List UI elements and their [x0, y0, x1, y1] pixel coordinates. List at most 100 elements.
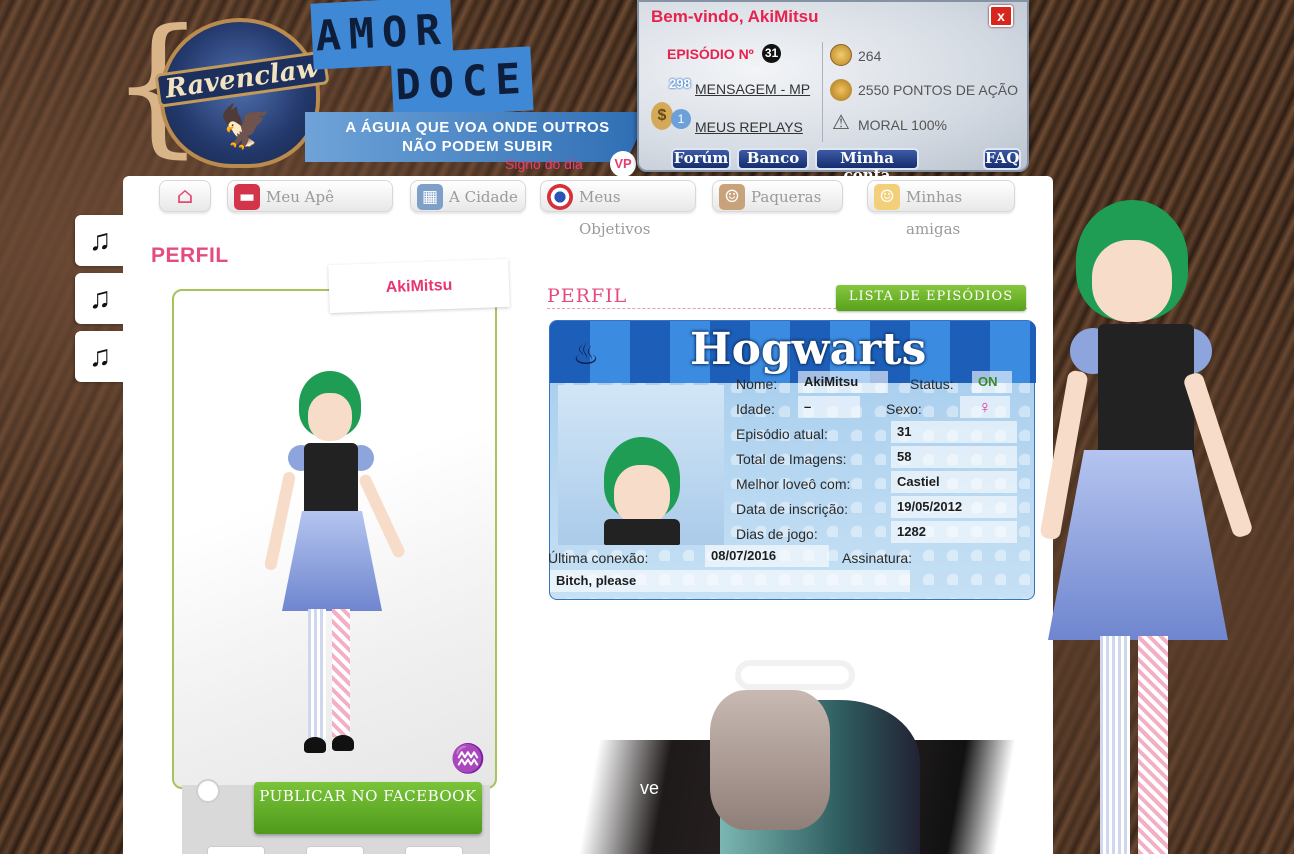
status-value: ON	[972, 371, 1012, 393]
signo-vp-icon[interactable]: VP	[610, 151, 636, 177]
collage-face	[710, 690, 830, 830]
signature-label: Assinatura:	[842, 550, 913, 566]
page-title: PERFIL	[151, 244, 229, 267]
age-label: Idade:	[736, 401, 775, 417]
avatar-action-button-2[interactable]	[306, 846, 364, 854]
avatar-face	[308, 393, 352, 441]
avatar-skirt	[282, 511, 382, 611]
music-note-icon: ♫	[88, 340, 112, 373]
tab-meus-objetivos[interactable]: Meus Objetivos	[540, 180, 696, 238]
aquarius-icon: ♒	[450, 743, 486, 774]
tagline-line-2: NÃO PODEM SUBIR	[402, 138, 553, 155]
loveo-label: Melhor loveô com:	[736, 476, 851, 492]
tab-label: A Cidade	[449, 188, 518, 206]
tab-meu-ape[interactable]: ▬ Meu Apê	[227, 180, 393, 212]
main-nav: ⌂ ▬ Meu Apê ▦ A Cidade Meus Objetivos ☺ …	[123, 176, 1053, 238]
character-vest	[1098, 324, 1194, 464]
music-note-icon: ♫	[88, 224, 112, 257]
action-points-value: 2550 PONTOS DE AÇÃO	[858, 82, 1019, 98]
female-icon: ♀	[960, 396, 1010, 418]
name-value: AkiMitsu	[798, 371, 888, 393]
profile-portrait	[558, 385, 724, 545]
character-skirt	[1048, 450, 1228, 640]
faq-button[interactable]: FAQ	[983, 148, 1021, 170]
music-note-icon: ♫	[88, 282, 112, 315]
last-connection-label: Última conexão:	[548, 550, 649, 566]
tab-paqueras[interactable]: ☺ Paqueras	[712, 180, 843, 212]
eagle-icon: 🦅	[219, 103, 272, 150]
episode-label: EPISÓDIO Nº	[667, 46, 754, 62]
coin-icon	[830, 44, 852, 66]
name-label: Nome:	[736, 376, 778, 392]
episode-value: 31	[891, 421, 1017, 443]
tab-minhas-amigas[interactable]: ☺ Minhas amigas	[867, 180, 1015, 238]
sofa-icon: ▬	[234, 184, 260, 210]
avatar-shoe-right	[332, 735, 354, 751]
tab-home[interactable]: ⌂	[159, 180, 211, 212]
boy-icon: ☺	[719, 184, 745, 210]
last-connection-value: 08/07/2016	[705, 545, 829, 567]
signo-do-dia-link[interactable]: Signo do dia	[505, 156, 583, 172]
days-played-label: Dias de jogo:	[736, 526, 818, 542]
replays-count-badge: 1	[671, 109, 691, 129]
character-leg-left	[1100, 636, 1130, 854]
action-points-icon	[830, 79, 852, 101]
avatar-name-tag: AkiMitsu	[328, 258, 510, 314]
avatar-action-button-3[interactable]	[405, 846, 463, 854]
replay-coin-icon: $	[651, 102, 673, 130]
publish-facebook-button[interactable]: PUBLICAR NO FACEBOOK	[254, 782, 482, 834]
avatar-shoe-left	[304, 737, 326, 753]
tagline-line-1: A ÁGUIA QUE VOA ONDE OUTROS	[345, 119, 610, 136]
messages-link[interactable]: MENSAGEM - MP	[695, 81, 810, 97]
avatar-action-button-1[interactable]	[207, 846, 265, 854]
images-label: Total de Imagens:	[736, 451, 847, 467]
status-label: Status:	[910, 376, 954, 392]
cupcake-icon: ♨	[572, 338, 600, 371]
forum-button[interactable]: Forúm	[671, 148, 731, 170]
music-toggle-2[interactable]: ♫	[75, 273, 125, 324]
publish-toggle[interactable]	[196, 779, 220, 803]
home-icon: ⌂	[176, 184, 194, 209]
avatar-card	[172, 289, 497, 789]
music-toggle-3[interactable]: ♫	[75, 331, 125, 382]
episodes-list-button[interactable]: LISTA DE EPISÓDIOS	[836, 285, 1026, 311]
episode-number-badge: 31	[762, 44, 781, 63]
crest-banner: Ravenclaw	[154, 50, 330, 108]
loveo-value: Castiel	[891, 471, 1017, 493]
images-value: 58	[891, 446, 1017, 468]
tab-label: Meu Apê	[266, 188, 334, 206]
character-leg-right	[1138, 636, 1168, 854]
age-value: –	[798, 396, 860, 418]
signature-value: Bitch, please	[550, 570, 910, 592]
bank-button[interactable]: Banco	[737, 148, 809, 170]
collage-text: ve	[640, 778, 660, 798]
close-button[interactable]: x	[989, 5, 1013, 27]
signup-date-label: Data de inscrição:	[736, 501, 849, 517]
avatar-vest	[304, 443, 358, 519]
signup-date-value: 19/05/2012	[891, 496, 1017, 518]
moral-value: MORAL 100%	[858, 117, 947, 133]
tab-a-cidade[interactable]: ▦ A Cidade	[410, 180, 526, 212]
avatar-arm-left	[263, 470, 297, 572]
tab-label: Paqueras	[751, 188, 822, 206]
sex-label: Sexo:	[886, 401, 922, 417]
coins-value: 264	[858, 48, 882, 64]
profile-heading: PERFIL	[547, 285, 628, 307]
tab-label: Meus Objetivos	[579, 188, 651, 238]
welcome-title: Bem-vindo, AkiMitsu	[651, 7, 819, 26]
profile-card: ♨ Hogwarts Nome: AkiMitsu Status: ON Ida…	[548, 320, 1036, 600]
my-account-button[interactable]: Minha conta	[815, 148, 919, 184]
profile-collage-image: ve	[550, 660, 1020, 854]
music-toggle-1[interactable]: ♫	[75, 215, 125, 266]
avatar-leg-left	[308, 609, 326, 739]
logo-doce: DOCE	[390, 46, 534, 118]
character-face	[1092, 240, 1172, 322]
girl-icon: ☺	[874, 184, 900, 210]
ravenclaw-crest-logo: Ravenclaw 🦅	[154, 18, 330, 168]
portrait-face	[614, 465, 670, 525]
replays-link[interactable]: MEUS REPLAYS	[695, 119, 803, 135]
messages-count-badge: 298	[669, 76, 691, 91]
avatar-leg-right	[332, 609, 350, 737]
days-played-value: 1282	[891, 521, 1017, 543]
welcome-panel: Bem-vindo, AkiMitsu x EPISÓDIO Nº 31 298…	[637, 0, 1029, 184]
